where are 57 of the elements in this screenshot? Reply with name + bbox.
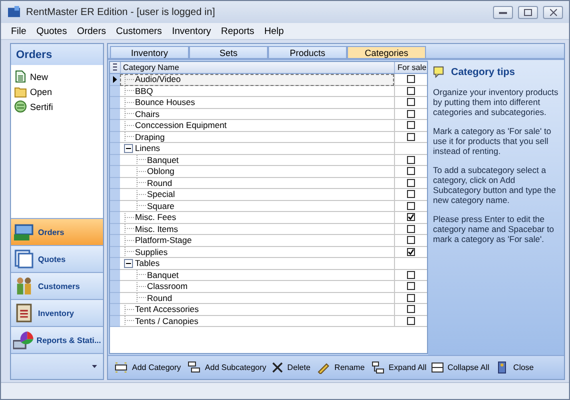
category-cell[interactable]: Round [120, 292, 394, 304]
column-header[interactable]: For sale [394, 62, 427, 73]
category-cell[interactable]: Tents / Canopies [120, 316, 394, 327]
category-cell[interactable]: Special [120, 189, 394, 200]
sidebar-link[interactable]: Open [14, 85, 100, 98]
menu-item[interactable]: Inventory [172, 26, 212, 36]
sidebar-link[interactable]: New [14, 70, 100, 83]
tip-paragraph: Mark a category as 'For sale' to use it for products that you sell instead of renting. [433, 126, 552, 156]
nav-button[interactable]: Quotes [11, 245, 103, 272]
toolbar-button[interactable]: Delete [269, 358, 312, 376]
menu-item[interactable]: Help [264, 26, 284, 36]
category-cell[interactable]: Bounce Houses [120, 97, 394, 108]
nav-button[interactable]: Customers [11, 272, 103, 299]
nav-button[interactable]: Orders [11, 218, 103, 245]
tip-paragraph: Please press Enter to edit the category name and Spacebar to mark a category as 'For sale'. [433, 214, 555, 244]
toolbar-button[interactable]: Expand All [368, 358, 428, 376]
category-cell[interactable]: Audio/Video [120, 74, 394, 86]
menu-item[interactable]: File [11, 26, 26, 36]
category-cell[interactable]: Chairs [120, 108, 394, 120]
category-cell[interactable]: Classroom [120, 281, 394, 292]
category-cell[interactable]: Conccession Equipment [120, 120, 394, 132]
category-cell[interactable]: Supplies [120, 246, 394, 258]
nav-button[interactable]: Inventory [11, 299, 103, 326]
toolbar-button[interactable]: Add Subcategory [184, 358, 268, 376]
tip-paragraph: Organize your inventory products by putting them into different categories and subcategories. [433, 87, 559, 117]
category-cell[interactable]: BBQ [120, 86, 394, 97]
toolbar-button[interactable]: Rename [313, 358, 367, 376]
column-header[interactable]: Category Name [120, 62, 394, 73]
category-cell[interactable]: Platform-Stage [120, 235, 394, 246]
category-cell[interactable]: Tables [120, 258, 394, 270]
menu-item[interactable]: Orders [76, 26, 106, 36]
category-cell[interactable]: Tent Accessories [120, 304, 394, 316]
tips-title: Category tips [451, 66, 515, 78]
tab[interactable]: Products [268, 46, 347, 58]
category-cell[interactable]: Linens [120, 143, 394, 154]
menu-item[interactable]: Customers [116, 26, 162, 36]
menu-item[interactable]: Quotes [36, 26, 67, 36]
category-cell[interactable]: Square [120, 200, 394, 212]
toolbar-button[interactable]: Add Category [111, 358, 183, 376]
window-title: RentMaster ER Edition - [user is logged in] [26, 6, 216, 18]
tab[interactable]: Sets [189, 46, 268, 58]
category-cell[interactable]: Misc. Fees [120, 212, 394, 224]
category-cell[interactable]: Oblong [120, 166, 394, 178]
toolbar-button[interactable]: Collapse All [429, 358, 492, 376]
tab[interactable]: Categories [347, 46, 426, 58]
sidebar-title: Orders [11, 44, 103, 65]
tab[interactable]: Inventory [110, 46, 189, 58]
category-cell[interactable]: Draping [120, 132, 394, 143]
sidebar-link[interactable]: Sertifi [14, 100, 100, 113]
category-cell[interactable]: Round [120, 178, 394, 189]
tip-paragraph: To add a subcategory select a category, click on Add Subcategory button and type the new category name. [433, 165, 557, 205]
category-cell[interactable]: Misc. Items [120, 224, 394, 235]
category-cell[interactable]: Banquet [120, 154, 394, 166]
nav-button[interactable]: Reports & Stati... [11, 326, 103, 353]
category-cell[interactable]: Banquet [120, 270, 394, 281]
menu-item[interactable]: Reports [221, 26, 254, 36]
toolbar-button[interactable]: Close [492, 358, 536, 376]
